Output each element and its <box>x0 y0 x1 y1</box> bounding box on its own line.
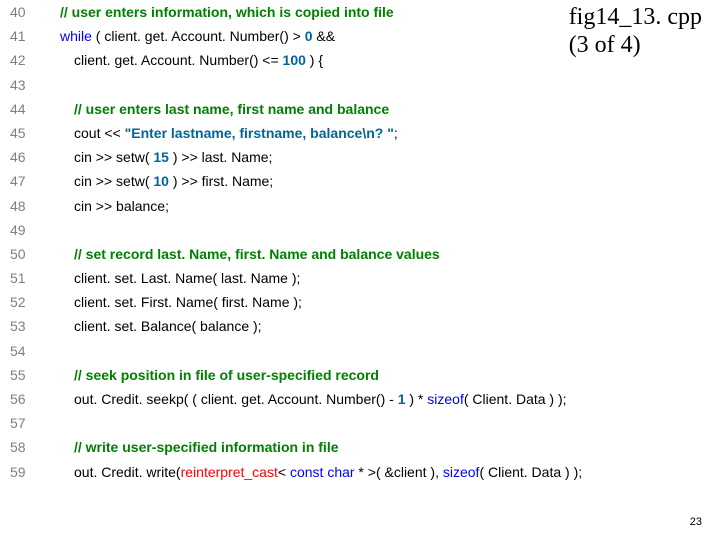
line-number: 54 <box>10 343 38 359</box>
code-content: client. set. Balance( balance ); <box>74 318 262 334</box>
code-line: 43 <box>10 77 710 93</box>
code-line: 40 // user enters information, which is c… <box>10 4 710 20</box>
code-line: 55 // seek position in file of user-speci… <box>10 367 710 383</box>
line-number: 58 <box>10 439 38 455</box>
code-line: 53 client. set. Balance( balance ); <box>10 318 710 334</box>
code-line: 42 client. get. Account. Number() <= 100 … <box>10 52 710 68</box>
code-content: cin >> balance; <box>74 198 169 214</box>
line-number: 45 <box>10 125 38 141</box>
code-line: 46 cin >> setw( 15 ) >> last. Name; <box>10 149 710 165</box>
line-number: 50 <box>10 246 38 262</box>
code-content: // user enters last name, first name and… <box>74 101 389 117</box>
code-listing: 40 // user enters information, which is c… <box>10 4 710 488</box>
code-content: cin >> setw( 10 ) >> first. Name; <box>74 173 273 189</box>
code-line: 49 <box>10 222 710 238</box>
code-content: client. get. Account. Number() <= 100 ) … <box>74 52 323 68</box>
code-content: out. Credit. write(reinterpret_cast< con… <box>74 464 582 480</box>
code-content: cin >> setw( 15 ) >> last. Name; <box>74 149 272 165</box>
line-number: 53 <box>10 318 38 334</box>
code-line: 58 // write user-specified information in… <box>10 439 710 455</box>
code-content: out. Credit. seekp( ( client. get. Accou… <box>74 391 567 407</box>
code-line: 51 client. set. Last. Name( last. Name ); <box>10 270 710 286</box>
line-number: 51 <box>10 270 38 286</box>
line-number: 43 <box>10 77 38 93</box>
line-number: 42 <box>10 52 38 68</box>
line-number: 52 <box>10 294 38 310</box>
line-number: 41 <box>10 28 38 44</box>
code-line: 57 <box>10 415 710 431</box>
code-line: 45 cout << "Enter lastname, firstname, ba… <box>10 125 710 141</box>
line-number: 48 <box>10 198 38 214</box>
code-line: 41 while ( client. get. Account. Number()… <box>10 28 710 44</box>
code-content: // user enters information, which is cop… <box>60 4 394 20</box>
code-line: 44 // user enters last name, first name a… <box>10 101 710 117</box>
code-content: client. set. Last. Name( last. Name ); <box>74 270 300 286</box>
line-number: 46 <box>10 149 38 165</box>
line-number: 47 <box>10 173 38 189</box>
code-line: 50 // set record last. Name, first. Name … <box>10 246 710 262</box>
line-number: 49 <box>10 222 38 238</box>
page-number: 23 <box>690 516 702 528</box>
code-line: 59 out. Credit. write(reinterpret_cast< c… <box>10 464 710 480</box>
code-line: 54 <box>10 343 710 359</box>
code-content: while ( client. get. Account. Number() >… <box>60 28 335 44</box>
code-line: 48 cin >> balance; <box>10 198 710 214</box>
code-content: // write user-specified information in f… <box>74 439 339 455</box>
code-content: client. set. First. Name( first. Name ); <box>74 294 302 310</box>
line-number: 57 <box>10 415 38 431</box>
line-number: 59 <box>10 464 38 480</box>
code-line: 52 client. set. First. Name( first. Name … <box>10 294 710 310</box>
code-line: 56 out. Credit. seekp( ( client. get. Acc… <box>10 391 710 407</box>
line-number: 40 <box>10 4 38 20</box>
line-number: 56 <box>10 391 38 407</box>
code-content: // seek position in file of user-specifi… <box>74 367 379 383</box>
code-content: // set record last. Name, first. Name an… <box>74 246 440 262</box>
code-content: cout << "Enter lastname, firstname, bala… <box>74 125 398 141</box>
code-line: 47 cin >> setw( 10 ) >> first. Name; <box>10 173 710 189</box>
line-number: 55 <box>10 367 38 383</box>
line-number: 44 <box>10 101 38 117</box>
